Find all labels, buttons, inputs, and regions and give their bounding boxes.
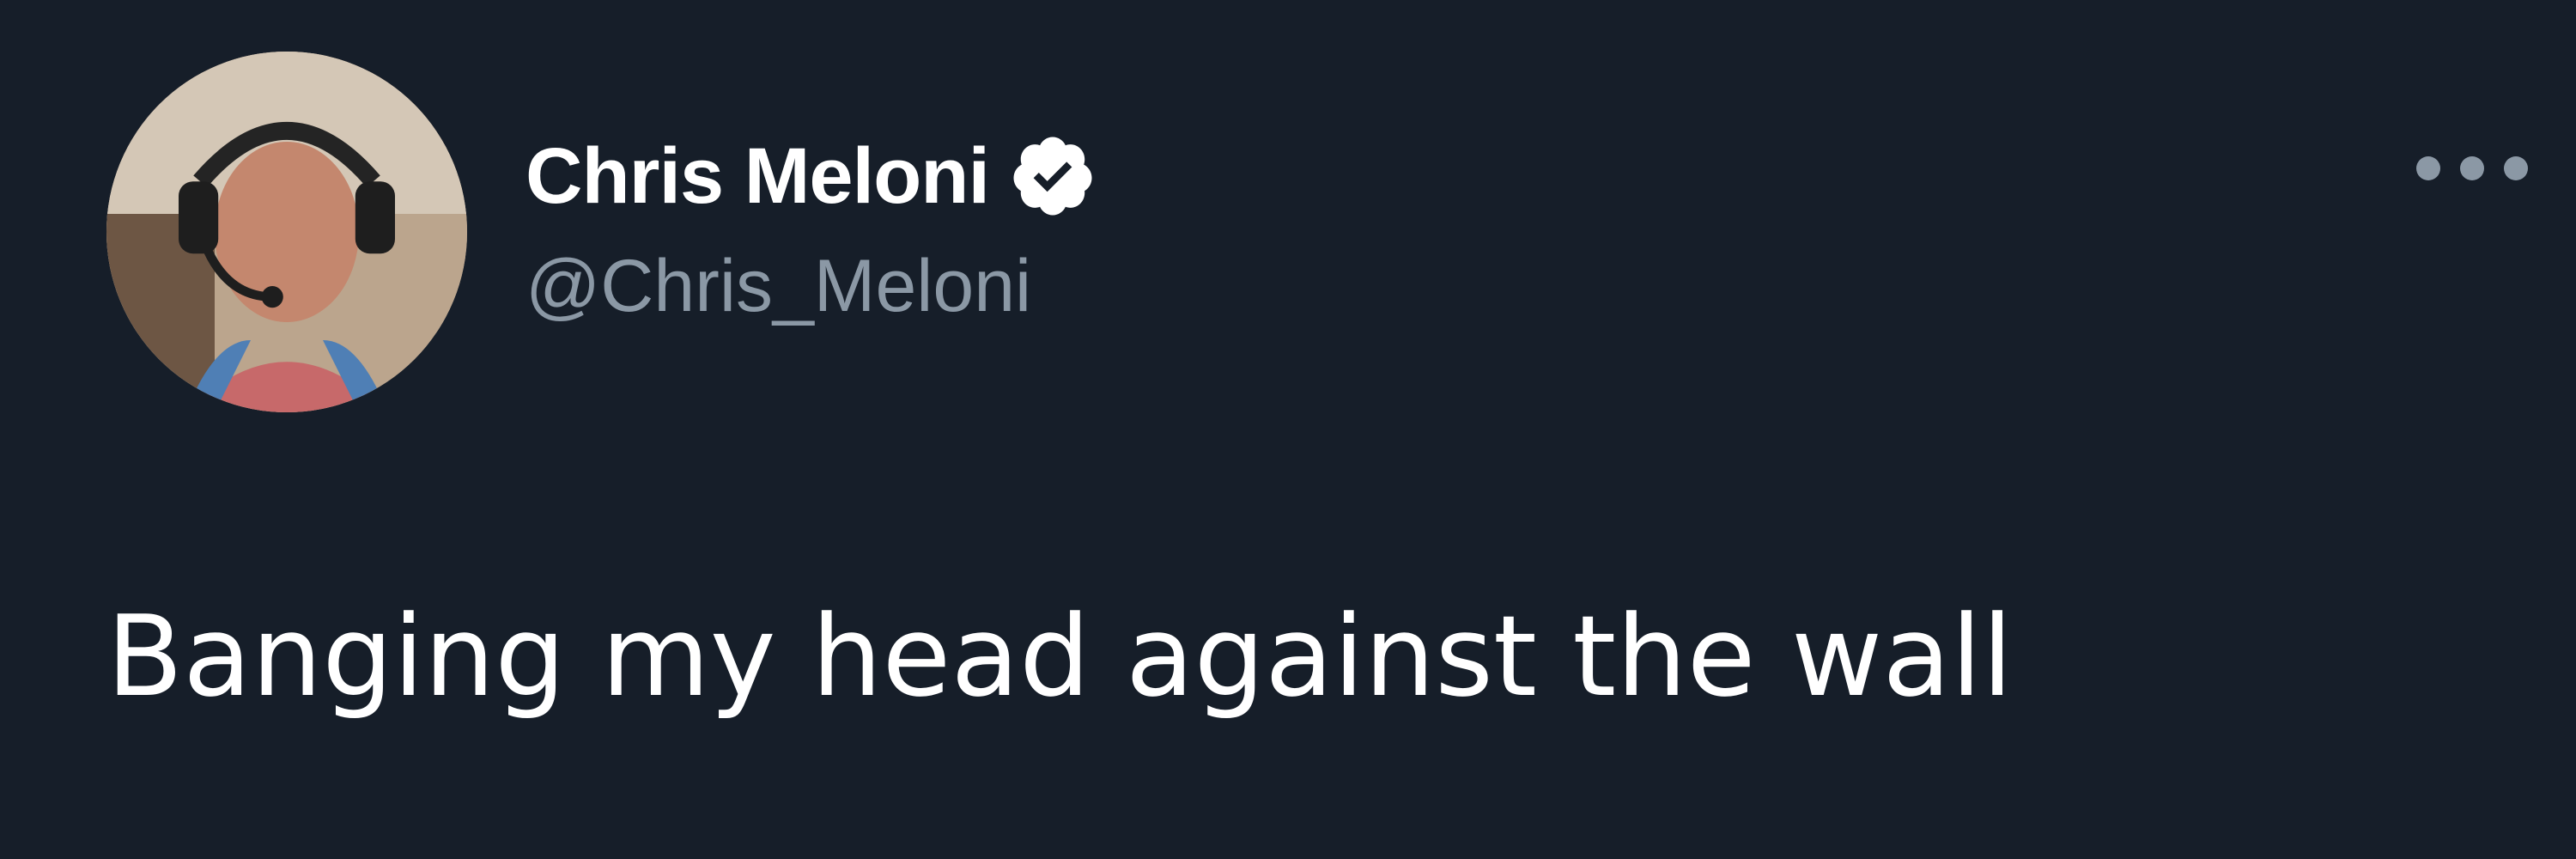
- more-options-icon: [2416, 156, 2440, 180]
- more-options-icon: [2504, 156, 2528, 180]
- author-handle[interactable]: @Chris_Meloni: [526, 249, 1031, 323]
- tweet-card: Chris Meloni @Chris_Meloni Banging my he…: [0, 0, 2576, 859]
- more-options-icon: [2460, 156, 2484, 180]
- author-display-name[interactable]: Chris Meloni: [526, 137, 990, 216]
- avatar[interactable]: [106, 52, 467, 412]
- more-options-button[interactable]: [2416, 144, 2528, 192]
- verified-badge-icon: [1013, 137, 1092, 216]
- profile-photo-avatar: [106, 52, 467, 412]
- tweet-text: Banging my head against the wall: [106, 591, 2014, 722]
- author-name-row: Chris Meloni: [526, 120, 1097, 232]
